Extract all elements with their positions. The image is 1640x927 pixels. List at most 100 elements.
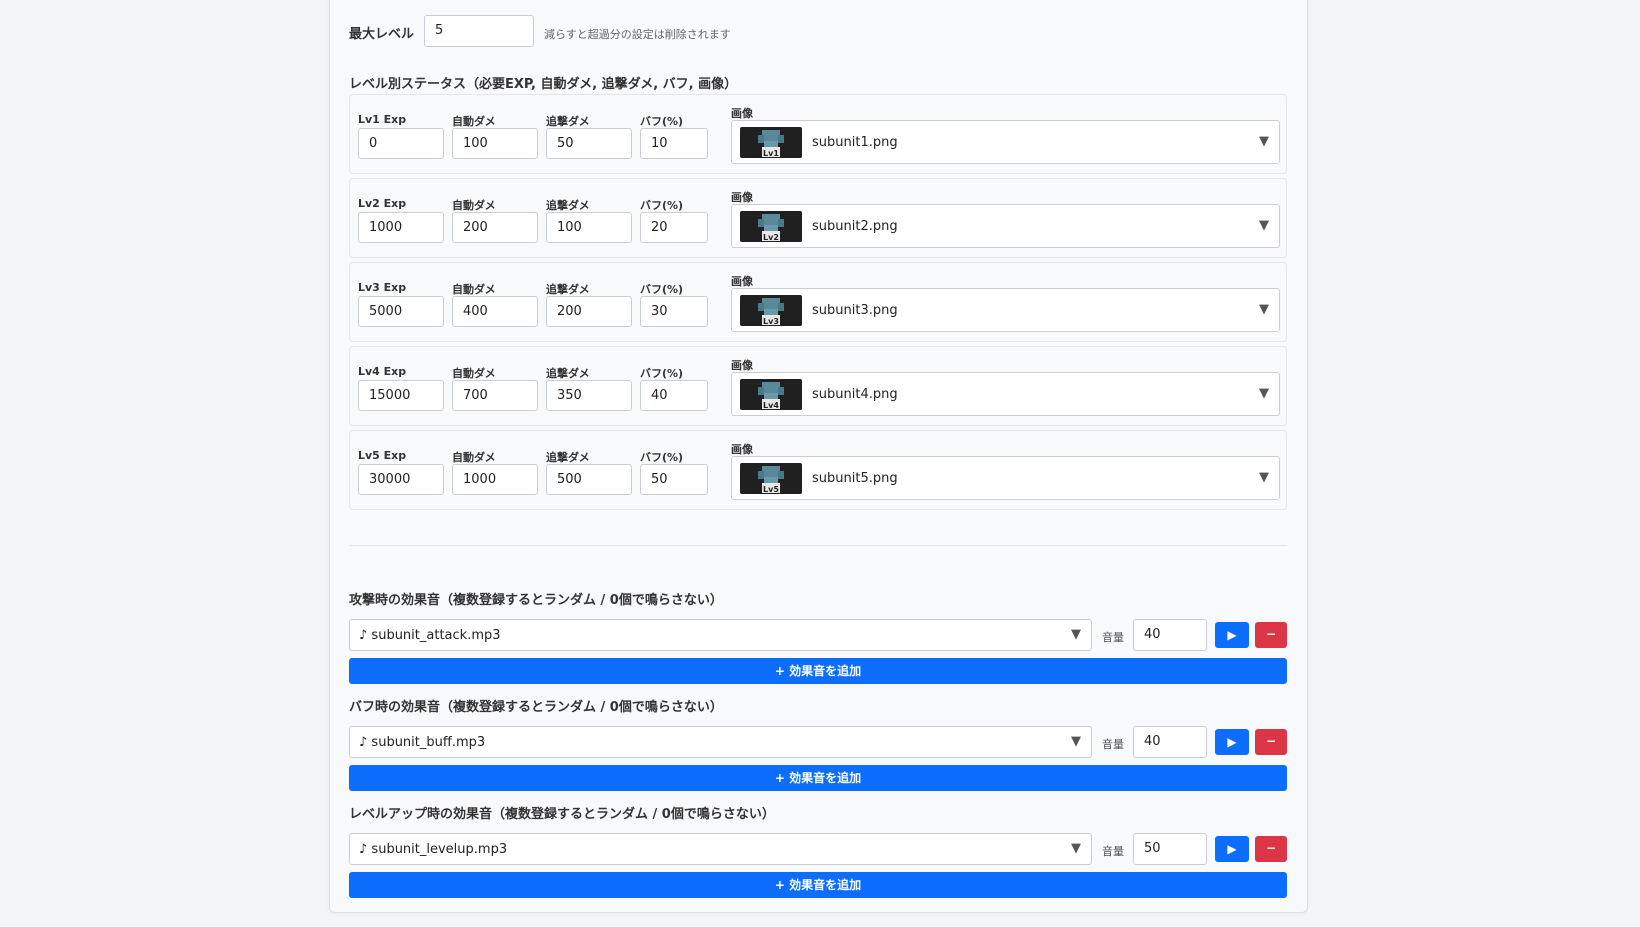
image-select[interactable]: Lv2 subunit2.png ▼ (731, 204, 1280, 248)
chase-dmg-input[interactable]: 500 (546, 464, 632, 495)
image-label: 画像 (731, 359, 753, 372)
play-button[interactable]: ▶ (1215, 836, 1249, 862)
play-icon: ▶ (1227, 628, 1237, 642)
chevron-down-icon: ▼ (1259, 134, 1269, 149)
subunit-thumbnail-icon: Lv2 (740, 211, 802, 242)
buff-input[interactable]: 50 (640, 464, 708, 495)
play-icon: ▶ (1227, 735, 1237, 749)
volume-input[interactable]: 40 (1133, 726, 1207, 758)
buff-input[interactable]: 10 (640, 128, 708, 159)
max-level-hint: 減らすと超過分の設定は削除されます (544, 28, 731, 41)
subunit-thumbnail-icon: Lv5 (740, 463, 802, 494)
add-levelup-sound-button[interactable]: + 効果音を追加 (349, 872, 1287, 898)
image-label: 画像 (731, 107, 753, 120)
exp-label: Lv1 Exp (358, 113, 407, 126)
delete-button[interactable]: − (1255, 836, 1287, 862)
volume-input[interactable]: 40 (1133, 619, 1207, 651)
level-row-1: Lv1 Exp 0 自動ダメ 100 追撃ダメ 50 バフ(%) 10 画像 L… (349, 94, 1287, 174)
thumb-level-badge: Lv1 (763, 149, 779, 158)
image-filename: subunit3.png (812, 303, 898, 318)
delete-button[interactable]: − (1255, 622, 1287, 648)
exp-label: Lv2 Exp (358, 197, 407, 210)
thumb-level-badge: Lv2 (763, 233, 779, 242)
exp-label: Lv4 Exp (358, 365, 407, 378)
chase-dmg-input[interactable]: 350 (546, 380, 632, 411)
chevron-down-icon: ▼ (1071, 841, 1081, 856)
buff-sound-title: バフ時の効果音（複数登録するとランダム / 0個で鳴らさない） (349, 700, 723, 715)
chase-dmg-label: 追撃ダメ (546, 367, 590, 380)
image-filename: subunit2.png (812, 219, 898, 234)
sound-filename: ♪ subunit_levelup.mp3 (359, 842, 508, 857)
chase-dmg-label: 追撃ダメ (546, 283, 590, 296)
chevron-down-icon: ▼ (1071, 734, 1081, 749)
add-attack-sound-button[interactable]: + 効果音を追加 (349, 658, 1287, 684)
buff-input[interactable]: 30 (640, 296, 708, 327)
exp-input[interactable]: 5000 (358, 296, 444, 327)
buff-input[interactable]: 20 (640, 212, 708, 243)
exp-input[interactable]: 0 (358, 128, 444, 159)
auto-dmg-label: 自動ダメ (452, 451, 496, 464)
minus-icon: − (1265, 734, 1277, 748)
buff-label: バフ(%) (640, 199, 684, 212)
subunit-thumbnail-icon: Lv4 (740, 379, 802, 410)
image-filename: subunit1.png (812, 135, 898, 150)
section-divider (349, 545, 1287, 546)
exp-input[interactable]: 1000 (358, 212, 444, 243)
auto-dmg-label: 自動ダメ (452, 367, 496, 380)
buff-label: バフ(%) (640, 367, 684, 380)
chase-dmg-label: 追撃ダメ (546, 451, 590, 464)
chase-dmg-input[interactable]: 100 (546, 212, 632, 243)
image-select[interactable]: Lv4 subunit4.png ▼ (731, 372, 1280, 416)
minus-icon: − (1265, 841, 1277, 855)
chase-dmg-input[interactable]: 200 (546, 296, 632, 327)
max-level-input[interactable]: 5 (424, 15, 534, 47)
auto-dmg-input[interactable]: 200 (452, 212, 538, 243)
level-row-5: Lv5 Exp 30000 自動ダメ 1000 追撃ダメ 500 バフ(%) 5… (349, 430, 1287, 510)
image-filename: subunit5.png (812, 471, 898, 486)
buff-sound-select[interactable]: ♪ subunit_buff.mp3 ▼ (349, 726, 1092, 758)
auto-dmg-input[interactable]: 1000 (452, 464, 538, 495)
image-label: 画像 (731, 191, 753, 204)
auto-dmg-label: 自動ダメ (452, 115, 496, 128)
chevron-down-icon: ▼ (1259, 386, 1269, 401)
buff-input[interactable]: 40 (640, 380, 708, 411)
volume-label: 音量 (1102, 631, 1124, 644)
play-button[interactable]: ▶ (1215, 622, 1249, 648)
volume-label: 音量 (1102, 845, 1124, 858)
play-button[interactable]: ▶ (1215, 729, 1249, 755)
attack-sound-select[interactable]: ♪ subunit_attack.mp3 ▼ (349, 619, 1092, 651)
auto-dmg-label: 自動ダメ (452, 199, 496, 212)
level-row-2: Lv2 Exp 1000 自動ダメ 200 追撃ダメ 100 バフ(%) 20 … (349, 178, 1287, 258)
chase-dmg-input[interactable]: 50 (546, 128, 632, 159)
auto-dmg-label: 自動ダメ (452, 283, 496, 296)
level-status-title: レベル別ステータス（必要EXP, 自動ダメ, 追撃ダメ, バフ, 画像） (349, 77, 738, 92)
thumb-level-badge: Lv5 (763, 485, 779, 494)
add-buff-sound-button[interactable]: + 効果音を追加 (349, 765, 1287, 791)
exp-input[interactable]: 15000 (358, 380, 444, 411)
auto-dmg-input[interactable]: 100 (452, 128, 538, 159)
play-icon: ▶ (1227, 842, 1237, 856)
chevron-down-icon: ▼ (1259, 302, 1269, 317)
image-filename: subunit4.png (812, 387, 898, 402)
image-label: 画像 (731, 443, 753, 456)
buff-label: バフ(%) (640, 283, 684, 296)
exp-label: Lv5 Exp (358, 449, 407, 462)
image-select[interactable]: Lv1 subunit1.png ▼ (731, 120, 1280, 164)
image-label: 画像 (731, 275, 753, 288)
image-select[interactable]: Lv3 subunit3.png ▼ (731, 288, 1280, 332)
exp-label: Lv3 Exp (358, 281, 407, 294)
exp-input[interactable]: 30000 (358, 464, 444, 495)
level-row-4: Lv4 Exp 15000 自動ダメ 700 追撃ダメ 350 バフ(%) 40… (349, 346, 1287, 426)
buff-label: バフ(%) (640, 451, 684, 464)
image-select[interactable]: Lv5 subunit5.png ▼ (731, 456, 1280, 500)
auto-dmg-input[interactable]: 400 (452, 296, 538, 327)
delete-button[interactable]: − (1255, 729, 1287, 755)
level-row-3: Lv3 Exp 5000 自動ダメ 400 追撃ダメ 200 バフ(%) 30 … (349, 262, 1287, 342)
levelup-sound-select[interactable]: ♪ subunit_levelup.mp3 ▼ (349, 833, 1092, 865)
auto-dmg-input[interactable]: 700 (452, 380, 538, 411)
thumb-level-badge: Lv4 (763, 401, 779, 410)
chevron-down-icon: ▼ (1259, 218, 1269, 233)
volume-input[interactable]: 50 (1133, 833, 1207, 865)
volume-label: 音量 (1102, 738, 1124, 751)
sound-filename: ♪ subunit_buff.mp3 (359, 735, 486, 750)
